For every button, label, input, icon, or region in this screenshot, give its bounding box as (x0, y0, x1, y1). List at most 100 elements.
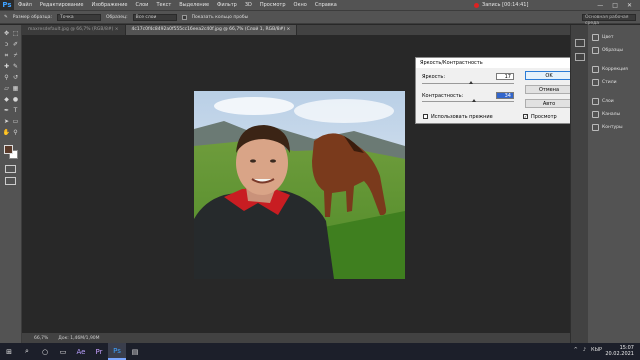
panel-styles[interactable]: Стили (588, 76, 640, 89)
panel-swatches-label: Образцы (602, 48, 623, 53)
media-app-icon[interactable]: ▤ (126, 343, 144, 360)
document-tabs: maxresdefault.jpg @ 66,7% (RGB/8#) × 4c1… (22, 25, 570, 35)
sample-size-select[interactable]: Точка (56, 13, 101, 21)
right-panels: Цвет Образцы Коррекция Стили Слои Каналы… (588, 25, 640, 343)
blur-tool-icon[interactable]: ◆ (2, 95, 11, 104)
show-ring-checkbox[interactable] (181, 14, 187, 20)
menu-layers[interactable]: Слои (131, 2, 152, 8)
menu-3d[interactable]: 3D (241, 2, 256, 8)
tab-document-1[interactable]: maxresdefault.jpg @ 66,7% (RGB/8#) × (22, 25, 126, 35)
start-button-icon[interactable]: ⊞ (0, 343, 18, 360)
quick-select-tool-icon[interactable]: ✐ (11, 40, 20, 49)
menu-window[interactable]: Окно (290, 2, 311, 8)
healing-tool-icon[interactable]: ✚ (2, 62, 11, 71)
contrast-input[interactable]: 34 (496, 92, 514, 99)
panel-layers[interactable]: Слои (588, 95, 640, 108)
menu-file[interactable]: Файл (14, 2, 36, 8)
search-icon[interactable]: ⌕ (18, 343, 36, 360)
history-brush-icon[interactable]: ↺ (11, 73, 20, 82)
premiere-icon[interactable]: Pr (90, 343, 108, 360)
keyboard-layout[interactable]: КЫР (591, 347, 602, 353)
cancel-button[interactable]: Отмена (525, 85, 573, 94)
document-size: Док: 1,46M/1,90M (58, 335, 100, 341)
eraser-tool-icon[interactable]: ▱ (2, 84, 11, 93)
document-image[interactable] (194, 91, 405, 279)
panel-channels[interactable]: Каналы (588, 108, 640, 121)
channels-panel-icon (592, 111, 599, 118)
menu-select[interactable]: Выделение (175, 2, 213, 8)
legacy-label: Использовать прежние (431, 114, 493, 120)
tab-document-2[interactable]: 4c17c0f4c8492a0f555cc16eea2c40f.jpg @ 66… (125, 25, 298, 35)
shape-tool-icon[interactable]: ▭ (11, 117, 20, 126)
status-bar: 66,7% Док: 1,46M/1,90M (22, 333, 570, 343)
sample-select[interactable]: Все слои (132, 13, 177, 21)
tools-panel: ✥ ⬚ ↄ ✐ ⌗ ⌿ ✚ ✎ ⚲ ↺ ▱ ▦ ◆ ● ✒ T ➤ ▭ ✋ ⚲ (0, 25, 22, 343)
eyedropper-tool-icon[interactable]: ✎ (4, 15, 8, 20)
brightness-input[interactable]: 17 (496, 73, 514, 80)
panel-swatches[interactable]: Образцы (588, 44, 640, 57)
after-effects-icon[interactable]: Ae (72, 343, 90, 360)
lasso-tool-icon[interactable]: ↄ (2, 40, 11, 49)
recording-time: Запись [00:14:41] (482, 2, 529, 8)
menu-edit[interactable]: Редактирование (36, 2, 88, 8)
marquee-tool-icon[interactable]: ⬚ (11, 29, 20, 38)
task-view-icon[interactable]: ○ (36, 343, 54, 360)
preview-checkbox[interactable]: ✓ (523, 114, 528, 119)
properties-panel-icon[interactable] (574, 53, 585, 61)
menu-help[interactable]: Справка (311, 2, 341, 8)
preview-label: Просмотр (531, 114, 557, 120)
contrast-slider[interactable] (422, 101, 514, 102)
dialog-titlebar[interactable]: Яркость/Контрастность ✕ (416, 58, 578, 68)
clock[interactable]: 15:07 20.02.2021 (605, 345, 634, 357)
window-controls: — □ ✕ (597, 0, 640, 10)
zoom-level[interactable]: 66,7% (34, 336, 48, 341)
menu-image[interactable]: Изображение (87, 2, 131, 8)
foreground-color-swatch[interactable] (4, 145, 13, 154)
pen-tool-icon[interactable]: ✒ (2, 106, 11, 115)
panel-paths[interactable]: Контуры (588, 121, 640, 134)
type-tool-icon[interactable]: T (11, 106, 20, 115)
volume-icon[interactable]: ♪ (583, 347, 586, 353)
crop-tool-icon[interactable]: ⌗ (2, 51, 11, 60)
quick-mask-icon[interactable] (5, 165, 16, 173)
hand-tool-icon[interactable]: ✋ (2, 128, 11, 137)
minimize-button[interactable]: — (597, 2, 603, 9)
tray-expand-icon[interactable]: ^ (574, 347, 578, 353)
panel-adjustments-label: Коррекция (602, 67, 628, 72)
sample-label: Образец: (105, 14, 128, 20)
path-select-tool-icon[interactable]: ➤ (2, 117, 11, 126)
dialog-title: Яркость/Контрастность (420, 60, 483, 66)
eyedropper-tool-icon[interactable]: ⌿ (11, 51, 20, 60)
photoshop-taskbar-icon[interactable]: Ps (108, 343, 126, 360)
stamp-tool-icon[interactable]: ⚲ (2, 73, 11, 82)
ok-button[interactable]: OK (525, 71, 573, 80)
menu-type[interactable]: Текст (152, 2, 175, 8)
system-tray: ^ ♪ КЫР (574, 347, 602, 353)
clock-date: 20.02.2021 (605, 351, 634, 357)
menu-filter[interactable]: Фильтр (213, 2, 241, 8)
workspace-select[interactable]: Основная рабочая среда (582, 13, 636, 26)
panel-styles-label: Стили (602, 80, 617, 85)
dodge-tool-icon[interactable]: ● (11, 95, 20, 104)
brush-tool-icon[interactable]: ✎ (11, 62, 20, 71)
legacy-checkbox[interactable] (423, 114, 428, 119)
panel-color[interactable]: Цвет (588, 31, 640, 44)
menu-view[interactable]: Просмотр (256, 2, 290, 8)
auto-button[interactable]: Авто (525, 99, 573, 108)
contrast-slider-handle[interactable] (471, 99, 476, 102)
panel-layers-label: Слои (602, 99, 614, 104)
layers-panel-icon (592, 98, 599, 105)
color-panel-icon (592, 34, 599, 41)
file-explorer-icon[interactable]: ▭ (54, 343, 72, 360)
screen-mode-icon[interactable] (5, 177, 16, 185)
history-panel-icon[interactable] (574, 39, 585, 47)
panel-adjustments[interactable]: Коррекция (588, 63, 640, 76)
brightness-label: Яркость: (422, 74, 446, 80)
gradient-tool-icon[interactable]: ▦ (11, 84, 20, 93)
move-tool-icon[interactable]: ✥ (2, 29, 11, 38)
record-dot-icon (474, 2, 479, 8)
brightness-slider-handle[interactable] (468, 81, 473, 84)
maximize-button[interactable]: □ (612, 2, 618, 9)
close-button[interactable]: ✕ (627, 2, 632, 9)
zoom-tool-icon[interactable]: ⚲ (11, 128, 20, 137)
